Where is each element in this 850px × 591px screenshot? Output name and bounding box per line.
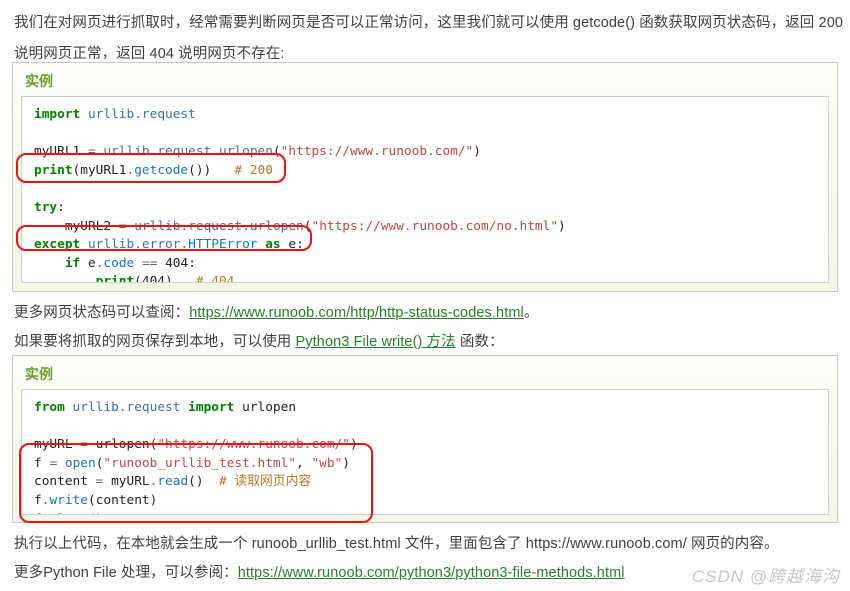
example-box-2: 实例 from urllib.request import urlopen my… (12, 355, 838, 523)
example-title-1: 实例 (25, 73, 53, 89)
code-block-2[interactable]: from urllib.request import urlopen myURL… (21, 389, 829, 515)
more-file-methods-prefix: 更多Python File 处理，可以参阅： (14, 565, 238, 581)
more-file-methods-paragraph: 更多Python File 处理，可以参阅：https://www.runoob… (14, 558, 625, 588)
intro-paragraph: 我们在对网页进行抓取时，经常需要判断网页是否可以正常访问，这里我们就可以使用 g… (14, 15, 844, 62)
code-block-1[interactable]: import urllib.request myURL1 = urllib.re… (21, 96, 829, 283)
save-local-suffix: 函数： (455, 334, 504, 350)
example-title-2: 实例 (25, 366, 53, 382)
example-box-1: 实例 import urllib.request myURL1 = urllib… (12, 62, 838, 292)
csdn-watermark: CSDN @跨越海沟 (691, 567, 840, 586)
more-status-codes-prefix: 更多网页状态码可以查阅： (14, 305, 190, 321)
execution-result-paragraph: 执行以上代码，在本地就会生成一个 runoob_urllib_test.html… (14, 536, 779, 552)
save-local-prefix: 如果要将抓取的网页保存到本地，可以使用 (14, 334, 296, 350)
python3-file-write-link[interactable]: Python3 File write() 方法 (296, 334, 456, 350)
article-page: 我们在对网页进行抓取时，经常需要判断网页是否可以正常访问，这里我们就可以使用 g… (0, 0, 850, 591)
save-local-paragraph: 如果要将抓取的网页保存到本地，可以使用 Python3 File write()… (14, 327, 504, 357)
more-status-codes-suffix: 。 (523, 305, 539, 321)
http-status-codes-link[interactable]: https://www.runoob.com/http/http-status-… (189, 305, 524, 321)
python3-file-methods-link[interactable]: https://www.runoob.com/python3/python3-f… (238, 565, 625, 581)
more-status-codes-paragraph: 更多网页状态码可以查阅：https://www.runoob.com/http/… (14, 298, 538, 328)
